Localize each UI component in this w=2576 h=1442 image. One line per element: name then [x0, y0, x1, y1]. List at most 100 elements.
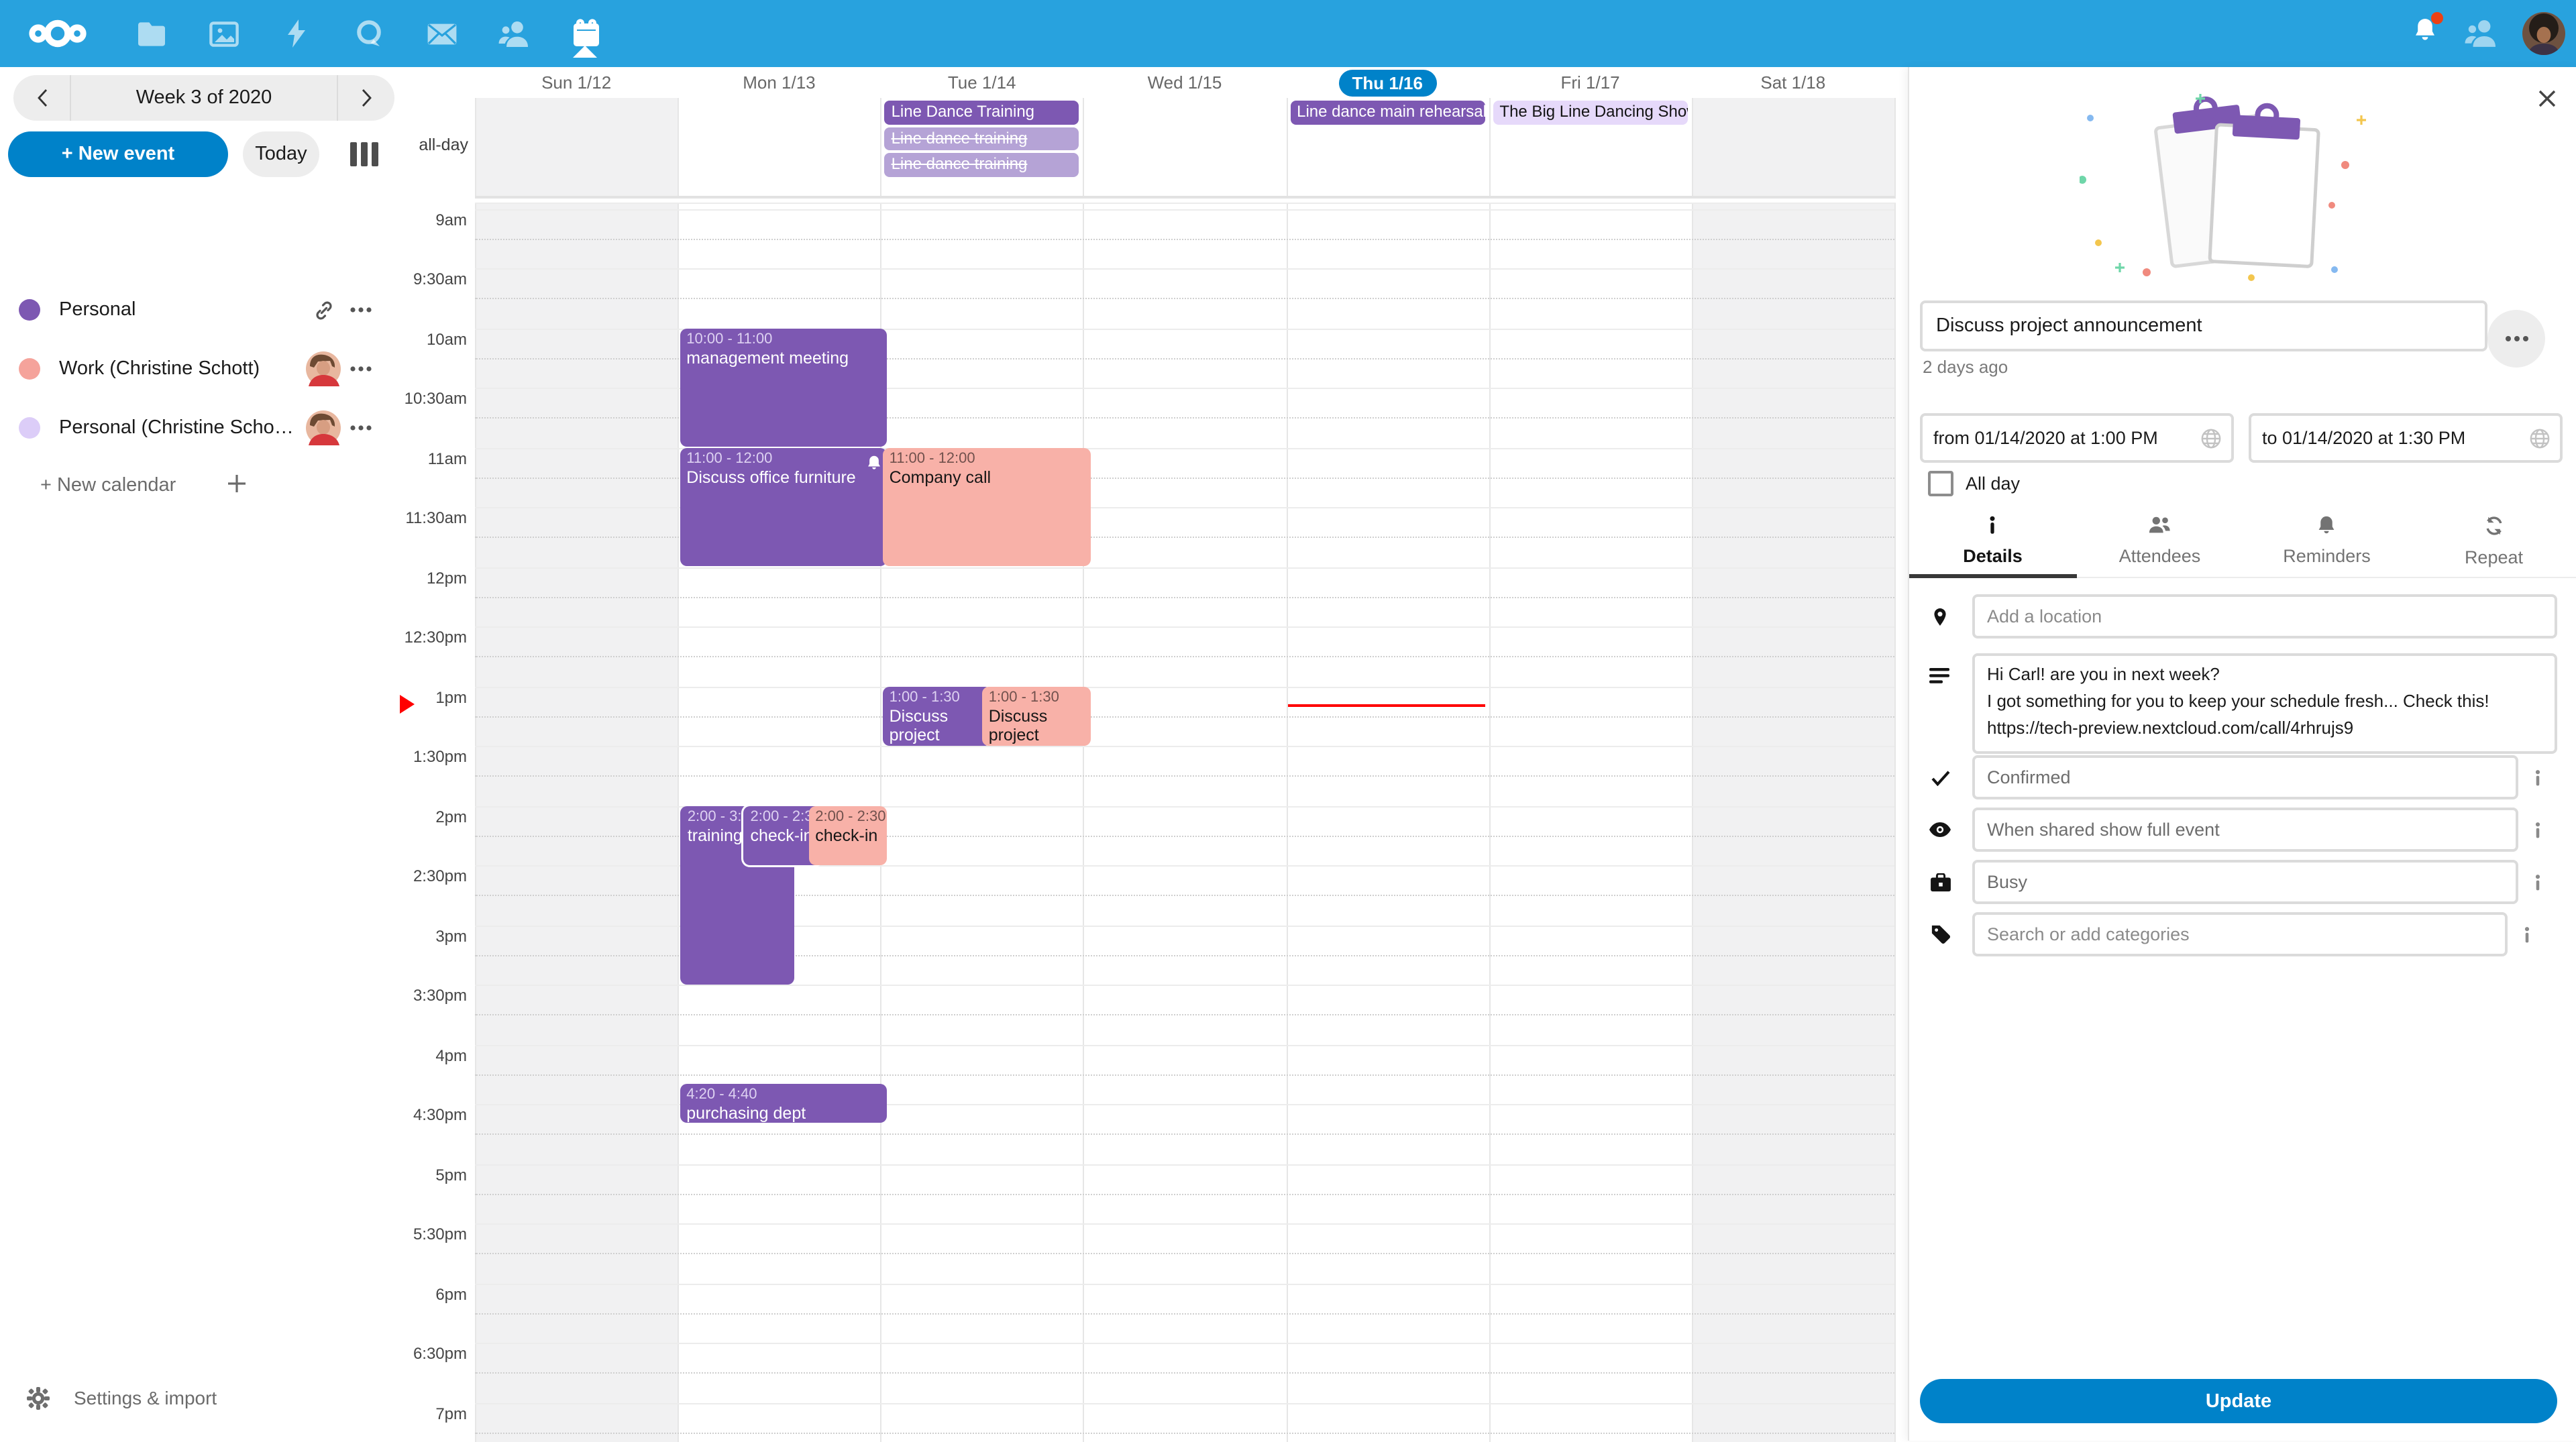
new-calendar-button[interactable]: + New calendar	[0, 456, 402, 515]
plus-icon[interactable]	[227, 473, 373, 498]
calendar-event[interactable]: 1:00 - 1:30Discuss project	[982, 686, 1091, 745]
contacts-icon[interactable]	[478, 0, 550, 67]
today-button[interactable]: Today	[243, 131, 319, 177]
day-column-6[interactable]	[1692, 204, 1896, 1442]
categories-input[interactable]	[1972, 912, 2508, 956]
event-title: Discuss project	[989, 707, 1085, 744]
day-header-2[interactable]: Tue 1/14	[881, 67, 1083, 98]
event-actions-menu-button[interactable]	[2487, 310, 2545, 368]
day-header-3[interactable]: Wed 1/15	[1083, 67, 1286, 98]
calendar-event[interactable]: 10:00 - 11:00management meeting	[680, 328, 888, 447]
slot-line	[475, 686, 1894, 687]
notifications-bell-icon[interactable]	[2411, 16, 2439, 51]
calendar-menu-icon[interactable]	[341, 425, 381, 431]
timezone-globe-icon[interactable]	[2529, 427, 2551, 449]
tab-details[interactable]: Details	[1909, 510, 2076, 577]
calendar-name: Personal	[59, 299, 306, 321]
contacts-menu-icon[interactable]	[2463, 19, 2498, 48]
mail-icon[interactable]	[405, 0, 478, 67]
start-datetime-field[interactable]: from 01/14/2020 at 1:00 PM	[1920, 413, 2234, 463]
end-datetime-field[interactable]: to 01/14/2020 at 1:30 PM	[2249, 413, 2563, 463]
settings-import-button[interactable]: Settings & import	[0, 1374, 402, 1422]
day-column-3[interactable]	[1083, 204, 1287, 1442]
calendar-menu-icon[interactable]	[341, 366, 381, 372]
day-header-4[interactable]: Thu 1/16	[1286, 67, 1489, 98]
week-label[interactable]: Week 3 of 2020	[71, 87, 337, 109]
day-column-0[interactable]	[475, 204, 679, 1442]
day-header-1[interactable]: Mon 1/13	[678, 67, 880, 98]
view-toggle-icon[interactable]	[346, 140, 381, 169]
day-column-4[interactable]	[1286, 204, 1490, 1442]
quarter-slot-line	[475, 298, 1894, 300]
visibility-info-icon[interactable]	[2518, 820, 2556, 839]
tab-attendees[interactable]: Attendees	[2076, 510, 2243, 577]
all-day-event[interactable]: The Big Line Dancing Show	[1493, 101, 1687, 124]
slot-line	[475, 209, 1894, 210]
status-info-icon[interactable]	[2518, 768, 2556, 787]
last-modified-label: 2 days ago	[1923, 357, 2008, 377]
categories-info-icon[interactable]	[2508, 925, 2545, 944]
update-button[interactable]: Update	[1920, 1379, 2557, 1423]
location-input[interactable]	[1972, 594, 2557, 639]
tab-repeat[interactable]: Repeat	[2410, 510, 2576, 577]
event-time-label: 2:00 - 2:30	[751, 807, 815, 826]
files-icon[interactable]	[115, 0, 188, 67]
next-week-button[interactable]	[337, 75, 394, 121]
quarter-slot-line	[475, 716, 1894, 718]
talk-icon[interactable]	[333, 0, 405, 67]
description-textarea[interactable]: Hi Carl! are you in next week? I got som…	[1972, 653, 2557, 754]
timezone-globe-icon[interactable]	[2200, 427, 2222, 449]
photos-icon[interactable]	[188, 0, 260, 67]
tab-label: Attendees	[2076, 546, 2243, 566]
user-avatar[interactable]	[2522, 12, 2565, 55]
event-title: check-in	[751, 826, 815, 845]
event-title-input[interactable]	[1920, 300, 2487, 351]
calendar-event[interactable]: 11:00 - 12:00Company call	[883, 447, 1091, 566]
day-column-5[interactable]	[1489, 204, 1693, 1442]
all-day-event[interactable]: Line Dance Training	[885, 101, 1079, 124]
close-icon[interactable]	[2532, 83, 2561, 113]
new-event-button[interactable]: + New event	[8, 131, 228, 177]
slot-line	[475, 1223, 1894, 1225]
previous-week-button[interactable]	[13, 75, 71, 121]
freebusy-select[interactable]: Busy	[1972, 860, 2518, 904]
share-link-icon[interactable]	[306, 298, 341, 321]
all-day-checkbox[interactable]	[1928, 471, 1953, 496]
nextcloud-logo[interactable]	[0, 0, 115, 67]
day-column-2[interactable]	[881, 204, 1085, 1442]
calendar-event[interactable]: 11:00 - 12:00Discuss office furniture	[680, 447, 888, 566]
status-select[interactable]: Confirmed	[1972, 755, 2518, 799]
time-label: 10:30am	[405, 389, 467, 408]
quarter-slot-line	[475, 1313, 1894, 1315]
quarter-slot-line	[475, 1373, 1894, 1374]
event-title: check-in	[815, 826, 879, 845]
tab-reminders[interactable]: Reminders	[2243, 510, 2410, 577]
all-day-event[interactable]: Line dance training	[885, 153, 1079, 176]
day-header-6[interactable]: Sat 1/18	[1692, 67, 1894, 98]
all-day-col-6	[1692, 98, 1894, 196]
visibility-select[interactable]: When shared show full event	[1972, 808, 2518, 852]
event-time-label: 2:00 - 2:30	[815, 807, 879, 826]
calendar-menu-icon[interactable]	[341, 307, 381, 313]
sidebar-calendar-2[interactable]: Personal (Christine Scho…	[0, 398, 402, 457]
status-value: Confirmed	[1987, 767, 2071, 787]
calendar-event[interactable]: 1:00 - 1:30Discuss project announcement	[883, 686, 991, 745]
sidebar-calendar-1[interactable]: Work (Christine Schott)	[0, 339, 402, 398]
calendar-owner-avatar	[306, 410, 341, 445]
event-editor-panel: 2 days ago from 01/14/2020 at 1:00 PM to…	[1908, 67, 2576, 1441]
now-marker-arrow	[400, 696, 415, 714]
all-day-event[interactable]: Line dance training	[885, 127, 1079, 150]
quarter-slot-line	[475, 597, 1894, 598]
top-bar	[0, 0, 2576, 67]
freebusy-value: Busy	[1987, 872, 2027, 892]
calendar-event[interactable]: 2:00 - 2:30check-in	[808, 806, 886, 865]
day-header-5[interactable]: Fri 1/17	[1489, 67, 1691, 98]
all-day-event[interactable]: Line dance main rehearsal	[1290, 101, 1485, 124]
sidebar-calendar-0[interactable]: Personal	[0, 280, 402, 339]
day-header-0[interactable]: Sun 1/12	[475, 67, 678, 98]
time-label: 11:30am	[405, 508, 467, 527]
activity-icon[interactable]	[260, 0, 333, 67]
all-day-toggle[interactable]: All day	[1928, 471, 2020, 496]
freebusy-info-icon[interactable]	[2518, 873, 2556, 891]
calendar-event[interactable]: 4:20 - 4:40purchasing dept	[680, 1084, 888, 1123]
